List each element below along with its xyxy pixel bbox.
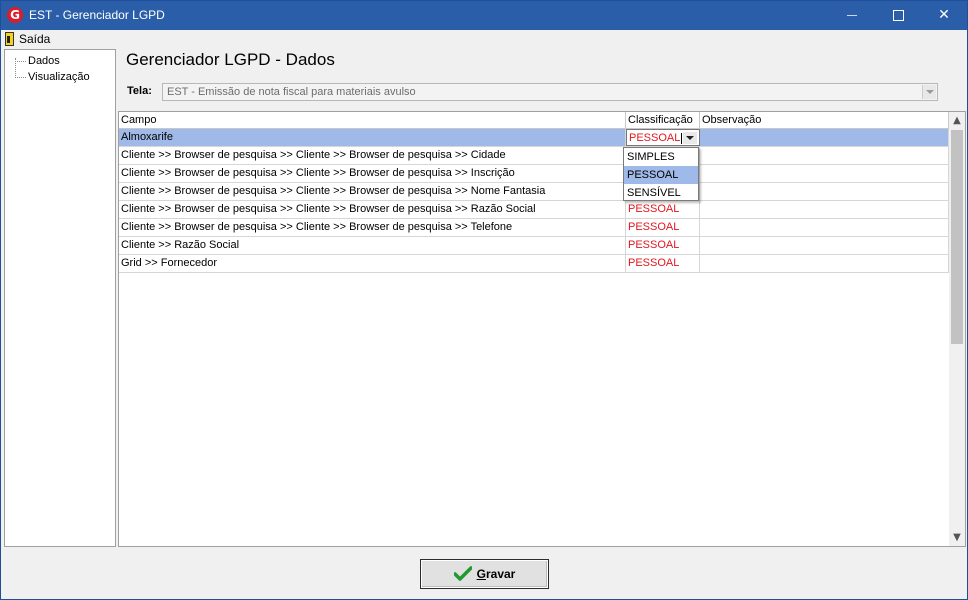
app-window: G EST - Gerenciador LGPD ✕ Saída Dados V… bbox=[0, 0, 968, 600]
navigation-tree: Dados Visualização bbox=[4, 49, 116, 547]
cell-campo[interactable]: Cliente >> Browser de pesquisa >> Client… bbox=[119, 183, 626, 200]
cell-campo[interactable]: Cliente >> Razão Social bbox=[119, 237, 626, 254]
cell-observacao[interactable] bbox=[700, 201, 949, 218]
exit-menu-item[interactable]: Saída bbox=[5, 31, 50, 47]
maximize-icon bbox=[892, 9, 904, 21]
cell-classificacao[interactable]: PESSOAL bbox=[626, 255, 700, 272]
cell-campo[interactable]: Cliente >> Browser de pesquisa >> Client… bbox=[119, 219, 626, 236]
cell-campo[interactable]: Cliente >> Browser de pesquisa >> Client… bbox=[119, 165, 626, 182]
grid-header: Campo Classificação Observação bbox=[119, 112, 950, 129]
app-logo-icon: G bbox=[7, 7, 23, 23]
table-row[interactable]: Cliente >> Browser de pesquisa >> Client… bbox=[119, 201, 949, 219]
scroll-down-icon[interactable]: ▼ bbox=[949, 529, 965, 546]
cell-observacao[interactable] bbox=[700, 255, 949, 272]
tela-label: Tela: bbox=[127, 85, 152, 97]
cell-observacao[interactable] bbox=[700, 147, 949, 164]
table-row[interactable]: Almoxarife PESSOAL bbox=[119, 129, 949, 147]
table-row[interactable]: Cliente >> Browser de pesquisa >> Client… bbox=[119, 147, 949, 165]
classification-combobox[interactable]: PESSOAL bbox=[626, 129, 700, 146]
minimize-icon bbox=[847, 14, 857, 16]
page-title: Gerenciador LGPD - Dados bbox=[126, 50, 335, 69]
scrollbar-thumb[interactable] bbox=[951, 130, 963, 344]
checkmark-icon bbox=[453, 566, 472, 581]
chevron-down-icon[interactable] bbox=[922, 85, 936, 99]
cell-campo[interactable]: Almoxarife bbox=[119, 129, 626, 146]
classification-dropdown-list: SIMPLES PESSOAL SENSÍVEL bbox=[623, 147, 699, 201]
cell-classificacao[interactable]: PESSOAL bbox=[626, 237, 700, 254]
cell-observacao[interactable] bbox=[700, 219, 949, 236]
table-row[interactable]: Cliente >> Browser de pesquisa >> Client… bbox=[119, 219, 949, 237]
cell-campo[interactable]: Cliente >> Browser de pesquisa >> Client… bbox=[119, 201, 626, 218]
save-button[interactable]: Gravar bbox=[420, 559, 549, 589]
exit-menu-label: Saída bbox=[19, 32, 51, 46]
vertical-scrollbar[interactable]: ▲ ▼ bbox=[949, 112, 965, 546]
tree-branch-line bbox=[15, 60, 26, 62]
cell-classificacao[interactable]: PESSOAL bbox=[626, 201, 700, 218]
dropdown-option-pessoal[interactable]: PESSOAL bbox=[624, 166, 698, 184]
table-row[interactable]: Cliente >> Browser de pesquisa >> Client… bbox=[119, 183, 949, 201]
dropdown-option-simples[interactable]: SIMPLES bbox=[624, 148, 698, 166]
table-row[interactable]: Cliente >> Browser de pesquisa >> Client… bbox=[119, 165, 949, 183]
tree-branch-line bbox=[15, 76, 26, 78]
table-row[interactable]: Cliente >> Razão Social PESSOAL bbox=[119, 237, 949, 255]
close-icon: ✕ bbox=[938, 7, 950, 23]
scroll-up-icon[interactable]: ▲ bbox=[949, 112, 965, 129]
tree-item-visualizacao[interactable]: Visualização bbox=[15, 70, 90, 84]
tela-select-value: EST - Emissão de nota fiscal para materi… bbox=[167, 86, 416, 98]
column-header-campo[interactable]: Campo bbox=[119, 112, 626, 128]
maximize-button[interactable] bbox=[875, 1, 921, 30]
tree-item-label: Dados bbox=[28, 55, 60, 67]
table-row[interactable]: Grid >> Fornecedor PESSOAL bbox=[119, 255, 949, 273]
chevron-down-icon[interactable] bbox=[683, 132, 697, 144]
tela-select[interactable]: EST - Emissão de nota fiscal para materi… bbox=[162, 83, 938, 101]
menu-bar: Saída bbox=[1, 30, 967, 48]
cell-classificacao[interactable]: PESSOAL bbox=[626, 219, 700, 236]
column-header-observacao[interactable]: Observação bbox=[700, 112, 949, 128]
tree-item-label: Visualização bbox=[28, 71, 90, 83]
data-grid: Campo Classificação Observação Almoxarif… bbox=[118, 111, 966, 547]
title-bar[interactable]: G EST - Gerenciador LGPD ✕ bbox=[1, 1, 967, 30]
cell-observacao[interactable] bbox=[700, 237, 949, 254]
dropdown-option-sensivel[interactable]: SENSÍVEL bbox=[624, 184, 698, 202]
tree-item-dados[interactable]: Dados bbox=[15, 54, 60, 68]
cell-observacao[interactable] bbox=[700, 165, 949, 182]
save-button-label: Gravar bbox=[476, 567, 516, 581]
window-title: EST - Gerenciador LGPD bbox=[29, 8, 165, 22]
cell-campo[interactable]: Cliente >> Browser de pesquisa >> Client… bbox=[119, 147, 626, 164]
exit-door-icon bbox=[5, 32, 14, 46]
close-button[interactable]: ✕ bbox=[921, 1, 967, 30]
cell-observacao[interactable] bbox=[700, 183, 949, 200]
cell-observacao[interactable] bbox=[700, 129, 949, 146]
cell-classificacao: PESSOAL bbox=[629, 132, 681, 144]
column-header-classificacao[interactable]: Classificação bbox=[626, 112, 700, 128]
minimize-button[interactable] bbox=[829, 1, 875, 30]
cell-campo[interactable]: Grid >> Fornecedor bbox=[119, 255, 626, 272]
